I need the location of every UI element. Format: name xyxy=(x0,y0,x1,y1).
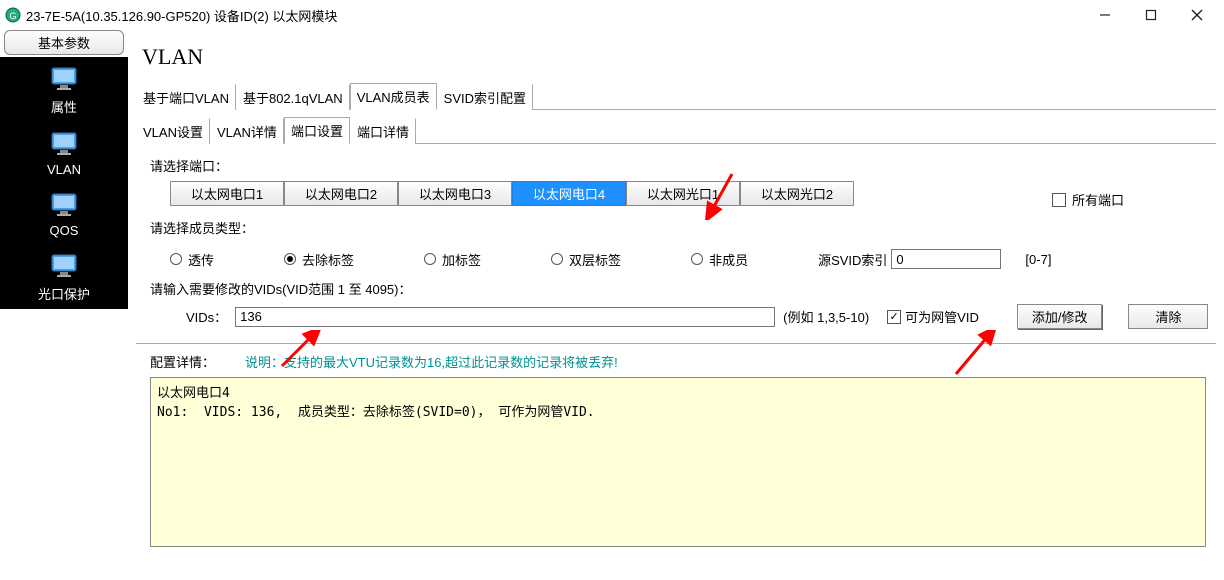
button-label: 添加/修改 xyxy=(1032,310,1088,325)
radio-icon xyxy=(170,253,182,265)
port-eth3[interactable]: 以太网电口3 xyxy=(398,181,512,206)
tab-label: VLAN详情 xyxy=(217,125,277,140)
radio-tag[interactable]: 加标签 xyxy=(424,250,481,269)
monitor-icon xyxy=(48,130,80,158)
sidebar-item-optical-protect[interactable]: 光口保护 xyxy=(0,244,128,309)
mgmt-vid-label: 可为网管VID xyxy=(905,307,979,326)
tab-label: 端口详情 xyxy=(357,125,409,140)
tab-label: 端口设置 xyxy=(291,124,343,139)
minimize-button[interactable] xyxy=(1082,0,1128,30)
all-ports-checkbox[interactable]: 所有端口 xyxy=(1052,190,1124,209)
radio-label: 透传 xyxy=(188,250,214,269)
port-label: 以太网光口1 xyxy=(647,187,719,202)
vids-label: VIDs： xyxy=(186,307,227,326)
close-button[interactable] xyxy=(1174,0,1220,30)
details-note: 说明：支持的最大VTU记录数为16,超过此记录数的记录将被丢弃! xyxy=(215,352,618,371)
tab-8021q-vlan[interactable]: 基于802.1qVLAN xyxy=(236,84,350,110)
primary-tabs: 基于端口VLAN 基于802.1qVLAN VLAN成员表 SVID索引配置 xyxy=(136,82,1216,110)
window-title: 23-7E-5A(10.35.126.90-GP520) 设备ID(2) 以太网… xyxy=(26,6,1082,25)
mgmt-vid-checkbox[interactable]: ✓ 可为网管VID xyxy=(887,307,979,326)
port-opt1[interactable]: 以太网光口1 xyxy=(626,181,740,206)
port-label: 以太网电口4 xyxy=(533,187,605,202)
svid-index-input[interactable] xyxy=(891,249,1001,269)
port-eth4[interactable]: 以太网电口4 xyxy=(512,181,626,206)
window-titlebar: G 23-7E-5A(10.35.126.90-GP520) 设备ID(2) 以… xyxy=(0,0,1224,30)
radio-icon xyxy=(691,253,703,265)
member-type-label: 请选择成员类型： xyxy=(136,206,1216,243)
all-ports-label: 所有端口 xyxy=(1072,190,1124,209)
tab-label: 基于802.1qVLAN xyxy=(243,91,343,106)
add-modify-button[interactable]: 添加/修改 xyxy=(1017,304,1103,329)
vids-input[interactable] xyxy=(235,307,775,327)
svid-range-label: [0-7] xyxy=(1025,252,1051,267)
content-area: VLAN 基于端口VLAN 基于802.1qVLAN VLAN成员表 SVID索… xyxy=(128,30,1224,580)
details-label: 配置详情： xyxy=(150,352,215,371)
sidebar-item-label: 光口保护 xyxy=(0,284,128,303)
svid-index-label: 源SVID索引 xyxy=(818,250,887,269)
radio-label: 非成员 xyxy=(709,250,748,269)
port-label: 以太网电口2 xyxy=(305,187,377,202)
sidebar-header[interactable]: 基本参数 xyxy=(4,30,124,55)
radio-icon xyxy=(551,253,563,265)
tab-vlan-member[interactable]: VLAN成员表 xyxy=(350,83,437,110)
checkbox-icon xyxy=(1052,193,1066,207)
tab-port-details[interactable]: 端口详情 xyxy=(350,118,416,144)
sidebar-item-vlan[interactable]: VLAN xyxy=(0,122,128,183)
tab-label: VLAN设置 xyxy=(143,125,203,140)
sidebar: 基本参数 属性 VLAN QOS 光口保护 xyxy=(0,30,128,580)
port-label: 以太网光口2 xyxy=(761,187,833,202)
tab-svid-index[interactable]: SVID索引配置 xyxy=(437,84,533,110)
radio-passthrough[interactable]: 透传 xyxy=(170,250,214,269)
tab-label: SVID索引配置 xyxy=(444,91,526,106)
svg-text:G: G xyxy=(9,11,16,21)
tab-label: 基于端口VLAN xyxy=(143,91,229,106)
monitor-icon xyxy=(48,65,80,93)
app-icon: G xyxy=(4,6,22,24)
radio-label: 加标签 xyxy=(442,250,481,269)
config-output[interactable]: 以太网电口4 No1: VIDS: 136, 成员类型：去除标签(SVID=0)… xyxy=(150,377,1206,547)
sidebar-item-label: 属性 xyxy=(0,97,128,116)
radio-nonmember[interactable]: 非成员 xyxy=(691,250,748,269)
sidebar-item-qos[interactable]: QOS xyxy=(0,183,128,244)
radio-double-tag[interactable]: 双层标签 xyxy=(551,250,621,269)
radio-label: 去除标签 xyxy=(302,250,354,269)
page-title: VLAN xyxy=(136,30,1216,82)
tab-vlan-settings[interactable]: VLAN设置 xyxy=(136,118,210,144)
sidebar-item-label: VLAN xyxy=(0,162,128,177)
checkbox-icon: ✓ xyxy=(887,310,901,324)
port-opt2[interactable]: 以太网光口2 xyxy=(740,181,854,206)
select-port-label: 请选择端口： xyxy=(136,144,1216,181)
port-eth2[interactable]: 以太网电口2 xyxy=(284,181,398,206)
sidebar-item-properties[interactable]: 属性 xyxy=(0,57,128,122)
tab-vlan-details[interactable]: VLAN详情 xyxy=(210,118,284,144)
vids-example: (例如 1,3,5-10) xyxy=(783,307,869,326)
monitor-icon xyxy=(48,252,80,280)
vids-prompt: 请输入需要修改的VIDs(VID范围 1 至 4095)： xyxy=(136,275,1216,300)
port-label: 以太网电口1 xyxy=(191,187,263,202)
vids-row: VIDs： (例如 1,3,5-10) ✓ 可为网管VID 添加/修改 清除 xyxy=(136,300,1216,335)
radio-untag[interactable]: 去除标签 xyxy=(284,250,354,269)
radio-icon xyxy=(284,253,296,265)
port-label: 以太网电口3 xyxy=(419,187,491,202)
tab-label: VLAN成员表 xyxy=(357,90,430,105)
tab-port-vlan[interactable]: 基于端口VLAN xyxy=(136,84,236,110)
port-eth1[interactable]: 以太网电口1 xyxy=(170,181,284,206)
secondary-tabs: VLAN设置 VLAN详情 端口设置 端口详情 xyxy=(136,116,1216,144)
button-label: 清除 xyxy=(1155,310,1181,325)
output-text: 以太网电口4 No1: VIDS: 136, 成员类型：去除标签(SVID=0)… xyxy=(157,386,595,420)
tab-port-settings[interactable]: 端口设置 xyxy=(284,117,350,144)
sidebar-item-label: QOS xyxy=(0,223,128,238)
radio-icon xyxy=(424,253,436,265)
maximize-button[interactable] xyxy=(1128,0,1174,30)
clear-button[interactable]: 清除 xyxy=(1128,304,1208,329)
member-type-row: 透传 去除标签 加标签 双层标签 非成员 源SVID索引 [0-7] xyxy=(136,243,1216,275)
monitor-icon xyxy=(48,191,80,219)
radio-label: 双层标签 xyxy=(569,250,621,269)
